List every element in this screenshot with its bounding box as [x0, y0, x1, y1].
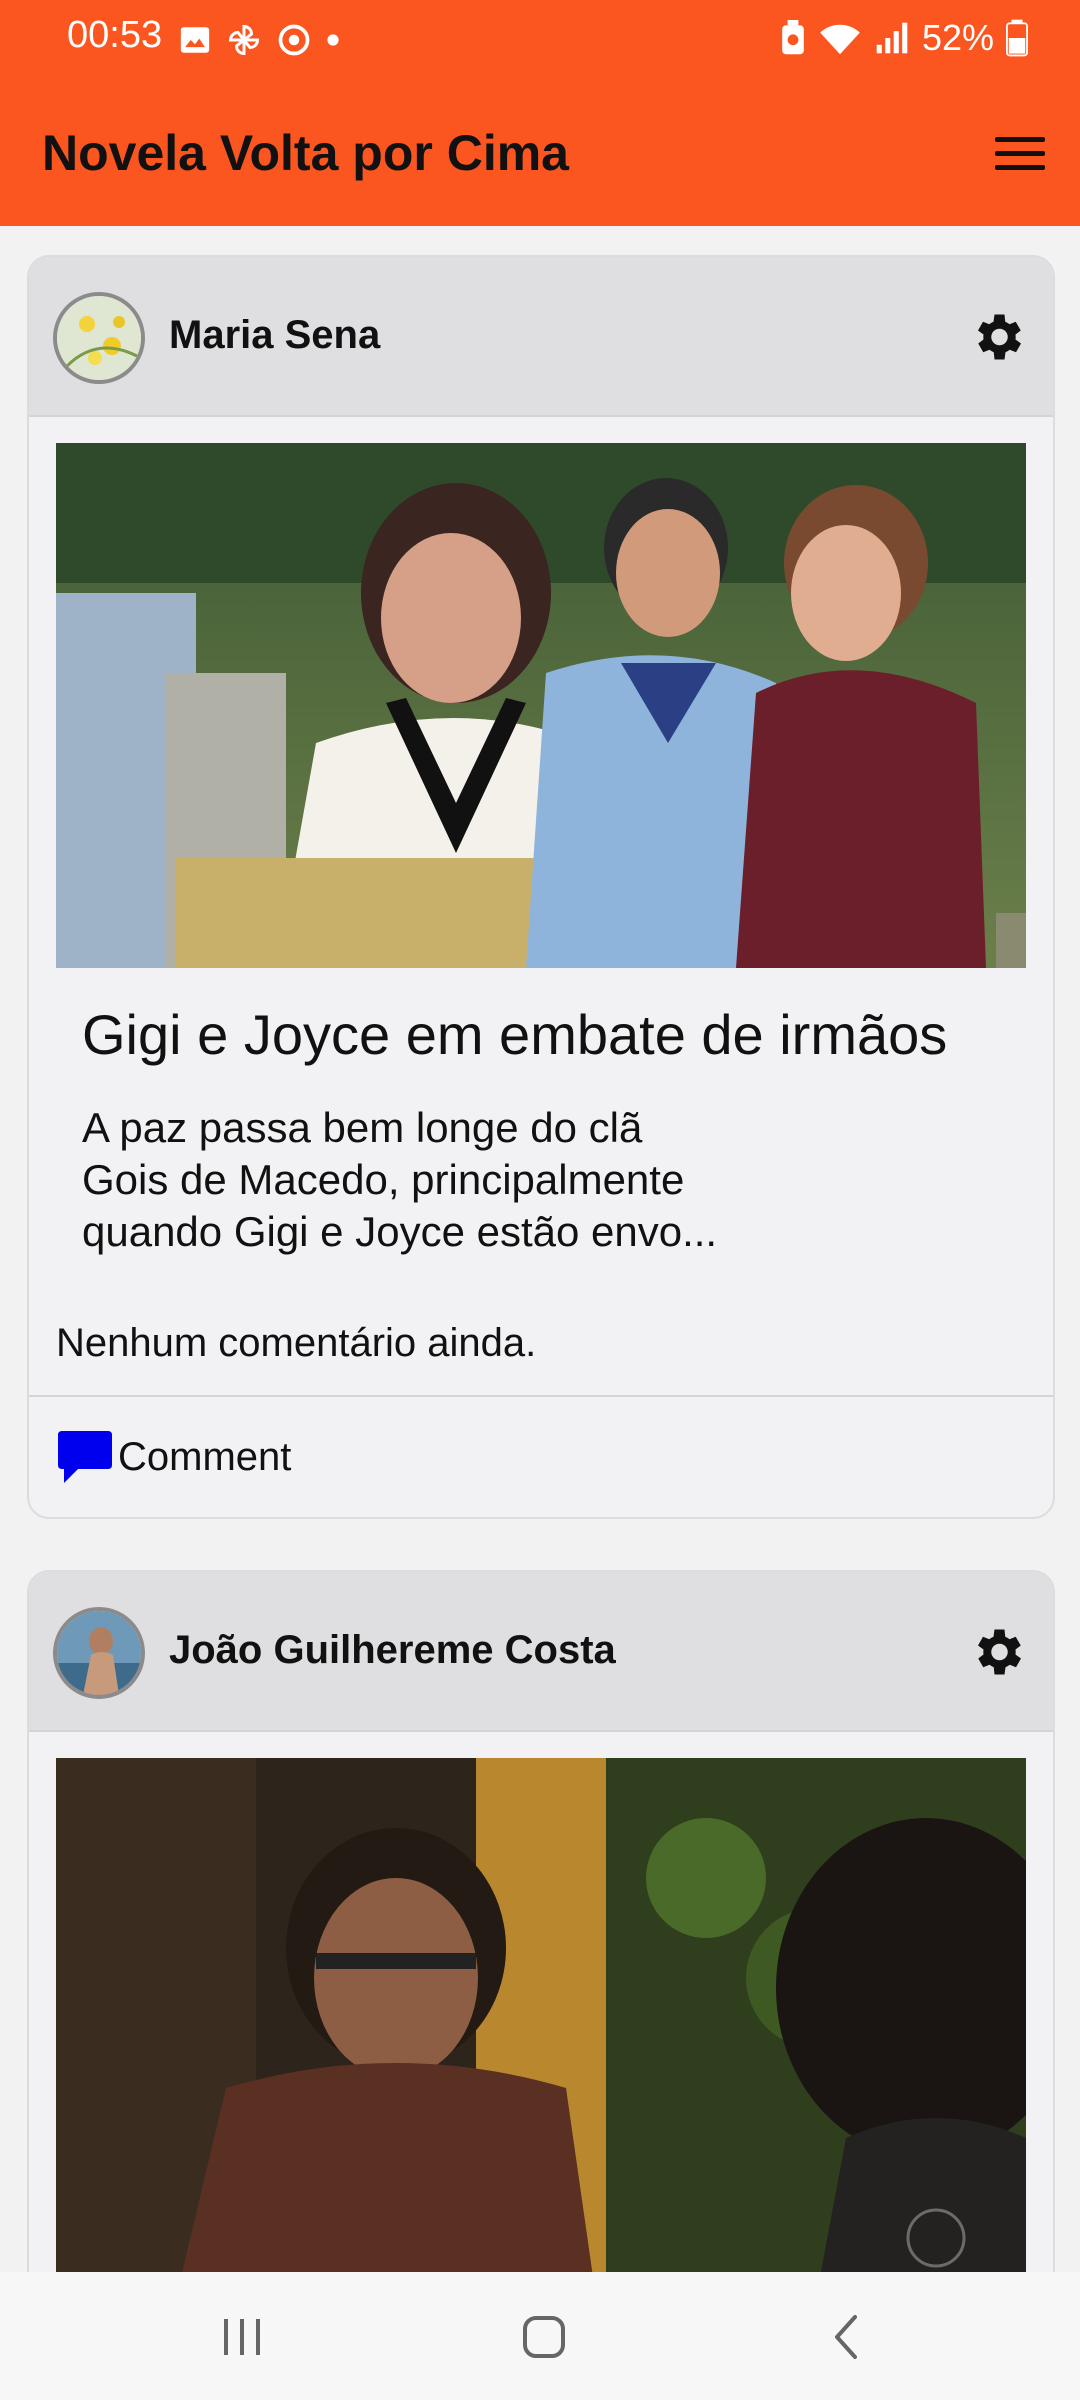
speech-bubble-icon [58, 1431, 112, 1483]
excerpt-line: A paz passa bem longe do clã [82, 1104, 643, 1151]
back-icon [835, 2315, 857, 2359]
hamburger-menu-icon [995, 137, 1045, 170]
post-header: Maria Sena [29, 257, 1053, 417]
recent-apps-icon [224, 2319, 260, 2355]
comment-button[interactable]: Comment [56, 1429, 291, 1485]
home-button[interactable] [504, 2302, 584, 2372]
post-settings-button[interactable] [967, 1622, 1027, 1682]
wifi-icon [820, 24, 860, 55]
back-button[interactable] [806, 2302, 886, 2372]
avatar[interactable] [53, 292, 145, 384]
comment-button-label: Comment [118, 1434, 292, 1479]
comments-status: Nenhum comentário ainda. [56, 1321, 537, 1365]
status-notification-icons [178, 20, 340, 60]
avatar-flowers-image [57, 296, 141, 380]
post-excerpt: A paz passa bem longe do clã Gois de Mac… [82, 1102, 782, 1258]
divider [29, 1395, 1053, 1397]
excerpt-line: Gois de Macedo, principalmente [82, 1156, 685, 1203]
battery-icon [1006, 19, 1028, 57]
status-time: 00:53 [67, 14, 163, 56]
home-icon [523, 2316, 565, 2358]
menu-button[interactable] [988, 126, 1052, 182]
status-bar: 00:53 52% [0, 0, 1080, 80]
post-header: João Guilhereme Costa [29, 1572, 1053, 1732]
signal-icon [876, 22, 908, 54]
post-photo [56, 1758, 1053, 2298]
battery-saver-icon [782, 20, 804, 55]
post-settings-button[interactable] [967, 307, 1027, 367]
post-author[interactable]: João Guilhereme Costa [169, 1628, 616, 1673]
app-top-bar: 00:53 52% Novela Volta por Cima [0, 0, 1080, 226]
gear-icon [978, 1629, 1021, 1675]
post-photo [56, 443, 1026, 968]
status-system-icons: 52% [780, 16, 1028, 60]
pinwheel-icon [228, 24, 260, 56]
battery-percent: 52% [921, 17, 994, 58]
avatar[interactable] [53, 1607, 145, 1699]
post-card: João Guilhereme Costa [27, 1570, 1055, 2334]
system-nav-bar [0, 2272, 1080, 2400]
recent-apps-button[interactable] [202, 2302, 282, 2372]
target-icon [278, 24, 310, 56]
dot-icon [327, 34, 339, 46]
post-image[interactable] [56, 443, 1026, 968]
gear-icon [978, 314, 1021, 360]
app-title: Novela Volta por Cima [42, 125, 569, 181]
post-title[interactable]: Gigi e Joyce em embate de irmãos [82, 1002, 947, 1067]
excerpt-line: quando Gigi e Joyce estão envo... [82, 1208, 718, 1255]
post-card: Maria Sena Gigi e Joyce em embate de irm… [27, 255, 1055, 1519]
post-image[interactable] [56, 1758, 1053, 2298]
avatar-person-image [57, 1611, 141, 1695]
post-author[interactable]: Maria Sena [169, 313, 380, 358]
image-icon [180, 27, 210, 53]
